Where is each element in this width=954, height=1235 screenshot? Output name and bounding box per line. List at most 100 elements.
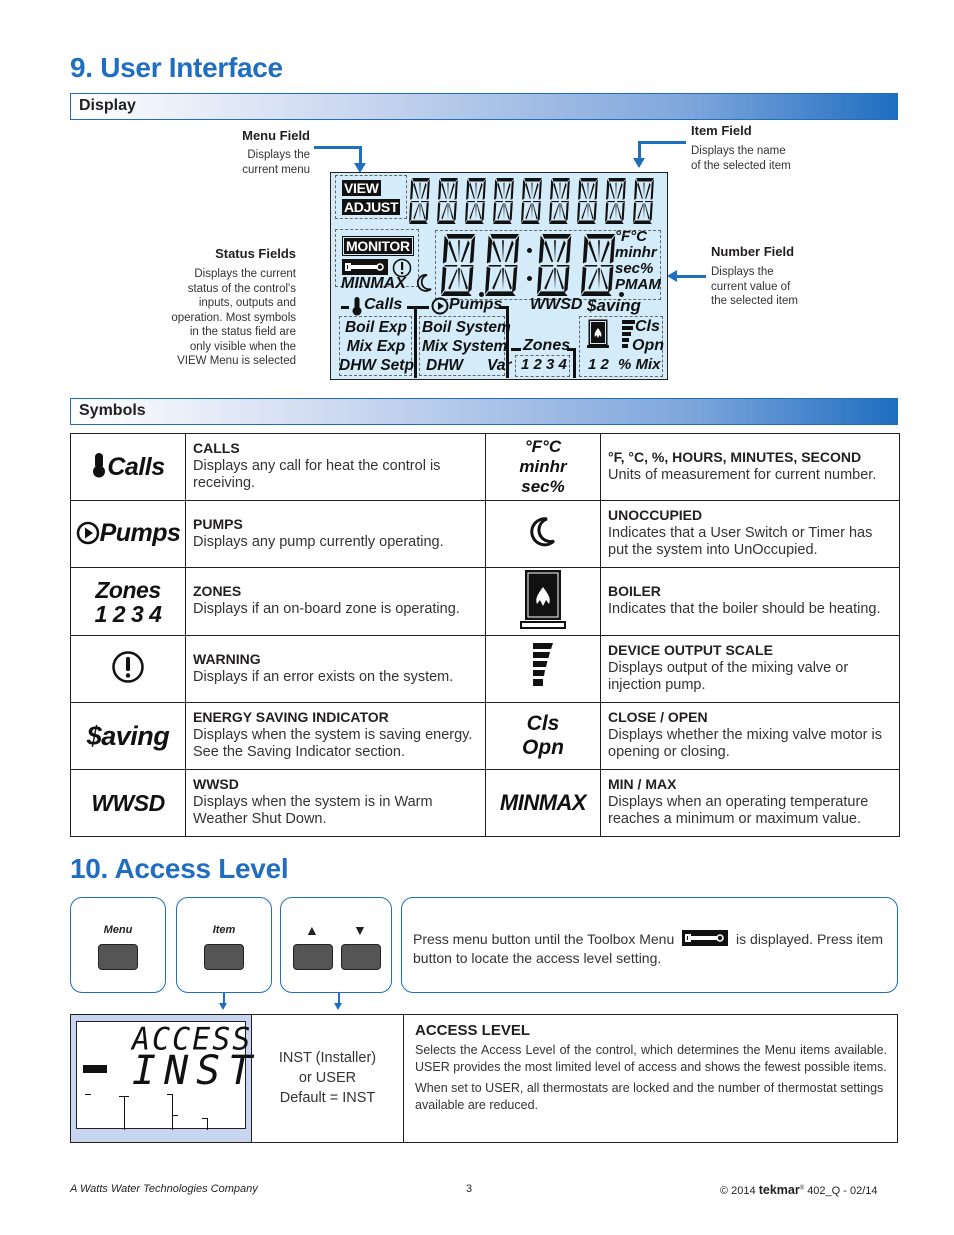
symbol-boiler-cell [485, 567, 601, 636]
item-field-title: Item Field [691, 123, 752, 138]
down-arrow-icon: ▼ [353, 922, 367, 938]
lcd-calls-label: Calls [364, 296, 403, 313]
copyright: © 2014 [720, 1185, 756, 1197]
segment-mark [172, 1094, 173, 1130]
symbol-saving-desc: ENERGY SAVING INDICATOR Displays when th… [185, 702, 486, 770]
symbol-title: UNOCCUPIED [608, 507, 703, 523]
symbol-title: ZONES [193, 583, 242, 599]
access-level-text-2: When set to USER, all thermostats are lo… [415, 1081, 884, 1112]
pumps-items: Boil System Mix System DHW Var [422, 318, 511, 375]
tekmar-logo: tekmar [758, 1183, 800, 1197]
symbol-title: MIN / MAX [608, 776, 677, 792]
item-field-arrow [638, 141, 641, 159]
number-segment-digit [485, 234, 521, 296]
opn-line: Opn [522, 736, 564, 759]
menu-field-arrow [359, 146, 362, 164]
number-field-text: the selected item [711, 295, 798, 307]
symbol-text: Displays when an operating temperature r… [608, 794, 869, 827]
status-fields-title: Status Fields [215, 246, 296, 261]
menu-button[interactable] [98, 944, 138, 970]
status-fields-text: only visible when the [189, 340, 296, 353]
wrench-icon [682, 930, 729, 946]
lcd-units: °F°C minhr sec% PMAM [615, 229, 661, 293]
wrench-icon [83, 1065, 107, 1073]
footer-page-number: 3 [466, 1183, 473, 1195]
item-segment-digit [521, 178, 543, 224]
pump-icon [76, 521, 100, 550]
instruction-box: Press menu button until the Toolbox Menu… [401, 897, 898, 993]
symbol-zones-desc: ZONES Displays if an on-board zone is op… [185, 567, 486, 636]
footer-copyright: © 2014 tekmar® 402_Q - 02/14 [720, 1183, 878, 1197]
moon-icon [416, 274, 432, 297]
symbol-title: °F, °C, %, HOURS, MINUTES, SECOND [608, 448, 862, 465]
arrow-head-icon [334, 1003, 342, 1010]
item-button[interactable] [204, 944, 244, 970]
up-arrow-icon: ▲ [305, 922, 319, 938]
symbol-title: CLOSE / OPEN [608, 709, 708, 725]
symbol-wwsd-cell: WWSD [70, 769, 186, 837]
zones-line: Zones [95, 576, 161, 603]
symbols-table: Calls CALLS Displays any call for heat t… [70, 433, 900, 837]
number-field-arrow [676, 275, 706, 278]
pumps-symbol: Pumps [99, 518, 181, 547]
item-button-box: Item [176, 897, 272, 993]
symbol-pumps-desc: PUMPS Displays any pump currently operat… [185, 500, 486, 568]
display-section-bar: Display [70, 93, 898, 120]
unit-degrees: °F°C [615, 228, 647, 245]
moon-icon [530, 516, 556, 551]
symbol-title: CALLS [193, 440, 240, 456]
symbol-saving-cell: $aving [70, 702, 186, 770]
access-level-title: ACCESS LEVEL [415, 1022, 531, 1039]
pumps-item: Var [487, 357, 512, 374]
symbol-minmax-desc: MIN / MAX Displays when an operating tem… [600, 769, 900, 837]
lcd-cls-label: Cls [635, 318, 660, 335]
zones-line: 1 2 3 4 [94, 600, 162, 627]
access-description-cell: ACCESS LEVEL Selects the Access Level of… [415, 1022, 887, 1114]
symbol-zones-cell: Zones 1 2 3 4 [70, 567, 186, 636]
status-fields-text: VIEW Menu is selected [177, 355, 296, 367]
table-row: Pumps PUMPS Displays any pump currently … [70, 500, 900, 568]
menu-field-callout: Menu Field Displays the current menu [160, 128, 310, 177]
warning-icon [111, 650, 145, 688]
number-field-title: Number Field [711, 244, 795, 259]
lcd-opn-label: Opn [632, 337, 664, 354]
instruction-pre: Press menu button until the Toolbox Menu [413, 931, 675, 947]
option-user: or USER [298, 1070, 357, 1086]
instruction-text: Press menu button until the Toolbox Menu… [413, 930, 893, 968]
wwsd-icon: WWSD [91, 789, 165, 816]
divider-line [573, 348, 576, 378]
symbol-text: Indicates that a User Switch or Timer ha… [608, 525, 873, 558]
table-row: Zones 1 2 3 4 ZONES Displays if an on-bo… [70, 567, 900, 636]
symbol-calls-desc: CALLS Displays any call for heat the con… [185, 433, 486, 501]
access-level-table: ACCESS INST INST (Installer) or USER Def… [70, 1014, 898, 1143]
status-fields-text: Displays the current [194, 268, 296, 280]
segment-mark [124, 1096, 125, 1130]
lcd-zone-numbers: 1 2 3 4 [521, 356, 567, 373]
divider-line [414, 306, 417, 378]
menu-field-text: current menu [242, 163, 310, 176]
symbol-cls-opn-cell: Cls Opn [485, 702, 601, 770]
status-fields-text: in the status field are [189, 326, 296, 338]
symbol-title: WWSD [193, 776, 239, 792]
segment-dot [527, 276, 532, 281]
access-options-cell: INST (Installer) or USER Default = INST [251, 1015, 404, 1142]
table-row: Calls CALLS Displays any call for heat t… [70, 433, 900, 501]
symbol-output-scale-cell [485, 635, 601, 703]
down-button[interactable] [341, 944, 381, 970]
symbol-moon-desc: UNOCCUPIED Indicates that a User Switch … [600, 500, 900, 568]
calls-symbol: Calls [107, 452, 165, 481]
up-button[interactable] [293, 944, 333, 970]
number-segment-digit [581, 234, 617, 296]
symbol-text: Displays output of the mixing valve or i… [608, 660, 849, 693]
calls-item: Mix Exp [346, 338, 406, 355]
item-segment-digit [633, 178, 655, 224]
units-line: °F°C [524, 437, 562, 456]
menu-field-text: Displays the [247, 149, 310, 161]
divider-line [341, 306, 349, 309]
symbol-warning-cell [70, 635, 186, 703]
number-field-callout: Number Field Displays the current value … [711, 244, 891, 309]
item-segment-digit [493, 178, 515, 224]
section-title-access-level: 10. Access Level [70, 853, 289, 884]
minmax-icon: MINMAX [499, 790, 587, 815]
status-fields-text: operation. Most symbols [171, 311, 296, 324]
